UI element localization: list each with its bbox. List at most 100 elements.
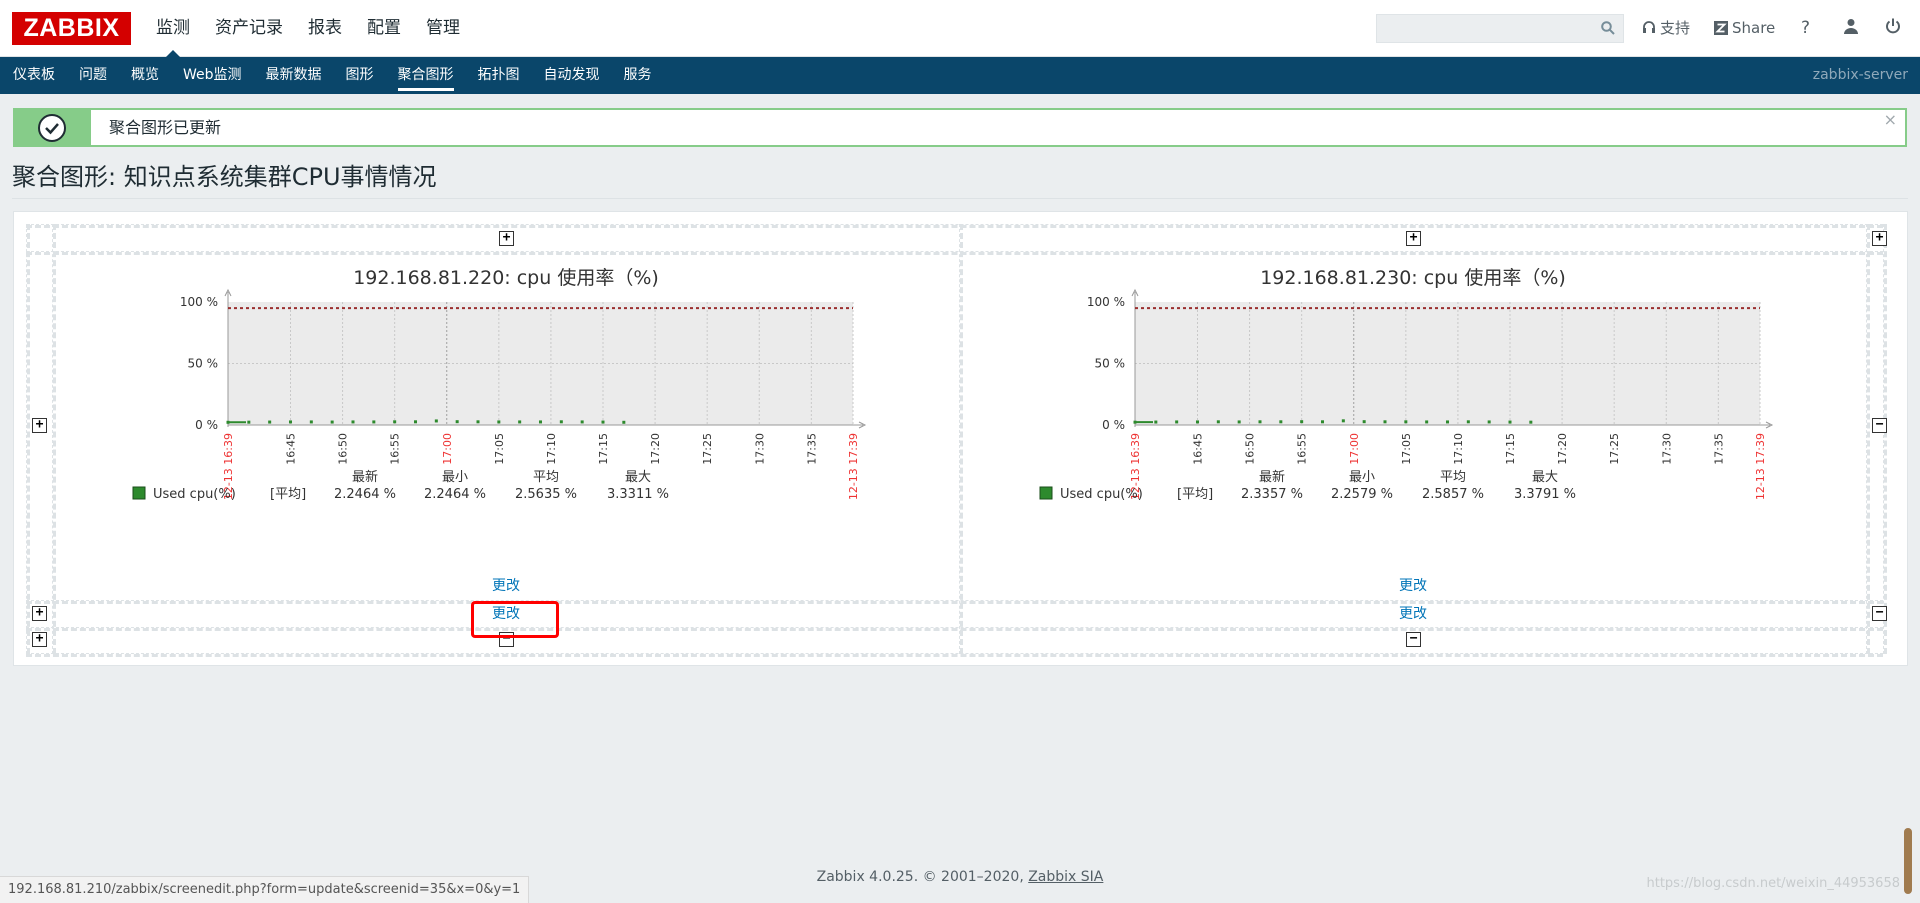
add-column-right-button[interactable]: + — [1872, 231, 1887, 246]
user-profile-link[interactable] — [1843, 18, 1859, 34]
data-point — [1237, 420, 1241, 424]
nav-maps[interactable]: 拓扑图 — [466, 57, 532, 94]
menu-configuration[interactable]: 配置 — [367, 0, 401, 57]
legend-value: 2.2464 % — [424, 487, 486, 502]
x-tick-label: 12-13 17:39 — [1754, 433, 1767, 500]
x-tick-label: 17:30 — [753, 433, 766, 465]
grid-line — [26, 600, 1883, 604]
data-point — [372, 420, 376, 424]
share-label: Share — [1732, 19, 1776, 37]
nav-web[interactable]: Web监测 — [171, 57, 254, 94]
data-point — [1300, 420, 1304, 424]
message-text: 聚合图形已更新 — [109, 118, 222, 137]
title-divider — [12, 198, 1908, 199]
nav-overview[interactable]: 概览 — [119, 57, 171, 94]
support-link[interactable]: 支持 — [1642, 18, 1690, 38]
x-tick-label: 17:25 — [1608, 433, 1621, 465]
data-point — [580, 420, 584, 424]
close-icon[interactable]: × — [1884, 110, 1897, 130]
legend-swatch — [132, 486, 146, 500]
search-input[interactable] — [1376, 14, 1624, 43]
legend-header: 平均 — [533, 470, 559, 485]
x-tick-label: 17:10 — [1452, 433, 1465, 465]
data-point — [539, 420, 542, 424]
cpu-chart-220[interactable]: 100 %50 %0 %12-13 16:39 16:45 16:50 16:55 17… — [132, 280, 910, 560]
legend-header: 最大 — [1532, 470, 1558, 485]
support-label: 支持 — [1660, 19, 1691, 37]
data-point — [351, 420, 355, 424]
server-name: zabbix-server — [1812, 67, 1908, 83]
y-tick-label: 100 % — [1087, 295, 1125, 309]
y-tick-label: 100 % — [180, 295, 218, 309]
legend-header: 最新 — [352, 469, 378, 485]
data-point — [1383, 420, 1387, 424]
add-column-left-button[interactable]: + — [499, 231, 514, 246]
legend-value: 2.2579 % — [1331, 487, 1393, 502]
footer-link[interactable]: Zabbix SIA — [1028, 869, 1103, 885]
nav-screens[interactable]: 聚合图形 — [386, 57, 466, 94]
data-point — [309, 420, 313, 424]
remove-row-1-button[interactable]: − — [1872, 418, 1887, 433]
data-point — [434, 419, 438, 423]
x-tick-label: 17:15 — [1504, 433, 1517, 465]
legend-value: 2.5635 % — [515, 487, 577, 502]
nav-problems[interactable]: 问题 — [67, 57, 119, 94]
sub-menu: 仪表板 问题 概览 Web监测 最新数据 图形 聚合图形 拓扑图 自动发现 服务 — [0, 57, 664, 94]
x-tick-label: 17:05 — [493, 433, 506, 465]
success-message: 聚合图形已更新 × — [13, 108, 1907, 147]
data-point — [414, 420, 417, 424]
x-tick-label: 17:10 — [545, 433, 558, 465]
search-icon[interactable] — [1601, 21, 1615, 35]
menu-reports[interactable]: 报表 — [308, 0, 342, 57]
remove-column-2-button[interactable]: − — [1406, 632, 1421, 647]
nav-graphs[interactable]: 图形 — [334, 57, 386, 94]
legend-header: 平均 — [1440, 470, 1466, 485]
legend-value: 3.3791 % — [1514, 487, 1576, 502]
x-tick-label: 16:55 — [389, 433, 402, 465]
grid-line — [52, 224, 56, 654]
zabbix-logo[interactable]: ZABBIX — [12, 12, 131, 45]
data-point — [1425, 420, 1429, 424]
data-point — [393, 420, 397, 424]
menu-monitoring[interactable]: 监测 — [156, 0, 190, 57]
menu-administration[interactable]: 管理 — [426, 0, 460, 57]
change-graph-2-link[interactable]: 更改 — [1399, 577, 1427, 595]
grid-line — [959, 224, 963, 654]
data-point — [1321, 420, 1324, 424]
x-tick-label: 16:50 — [337, 433, 350, 465]
nav-services[interactable]: 服务 — [612, 57, 664, 94]
add-row-top-button[interactable]: + — [32, 418, 47, 433]
grid-line — [26, 251, 1883, 255]
x-tick-label: 17:35 — [1712, 433, 1725, 465]
menu-inventory[interactable]: 资产记录 — [215, 0, 283, 57]
change-graph-1-link[interactable]: 更改 — [492, 577, 520, 595]
add-column-middle-button[interactable]: + — [1406, 231, 1421, 246]
legend-function: [平均] — [1177, 487, 1213, 502]
power-icon — [1886, 18, 1900, 34]
cpu-chart-230[interactable]: 100 %50 %0 %12-13 16:39 16:45 16:50 16:55 17… — [1039, 280, 1817, 560]
x-tick-label: 17:20 — [649, 433, 662, 465]
data-point — [1466, 420, 1470, 424]
nav-latest-data[interactable]: 最新数据 — [254, 57, 334, 94]
watermark: https://blog.csdn.net/weixin_44953658 — [1646, 876, 1900, 891]
remove-row-2-button[interactable]: − — [1872, 606, 1887, 621]
legend-value: 2.3357 % — [1241, 487, 1303, 502]
add-row-bottom-button[interactable]: + — [32, 632, 47, 647]
legend-header: 最小 — [1349, 470, 1375, 485]
data-point — [1216, 420, 1220, 424]
data-point — [289, 420, 292, 424]
help-icon: ? — [1801, 18, 1811, 38]
grid-line — [26, 224, 1883, 228]
help-link[interactable]: ? — [1801, 18, 1810, 38]
nav-dashboard[interactable]: 仪表板 — [0, 57, 67, 94]
data-point — [1175, 420, 1179, 424]
share-link[interactable]: Share — [1714, 18, 1775, 38]
data-point — [1154, 420, 1158, 424]
legend-series-name: Used cpu(%) — [153, 487, 236, 502]
nav-discovery[interactable]: 自动发现 — [532, 57, 612, 94]
logout-link[interactable] — [1885, 18, 1901, 34]
data-point — [601, 420, 605, 424]
checkmark-icon — [38, 114, 66, 142]
change-empty-cell-2-link[interactable]: 更改 — [1399, 605, 1427, 623]
add-row-middle-button[interactable]: + — [32, 606, 47, 621]
